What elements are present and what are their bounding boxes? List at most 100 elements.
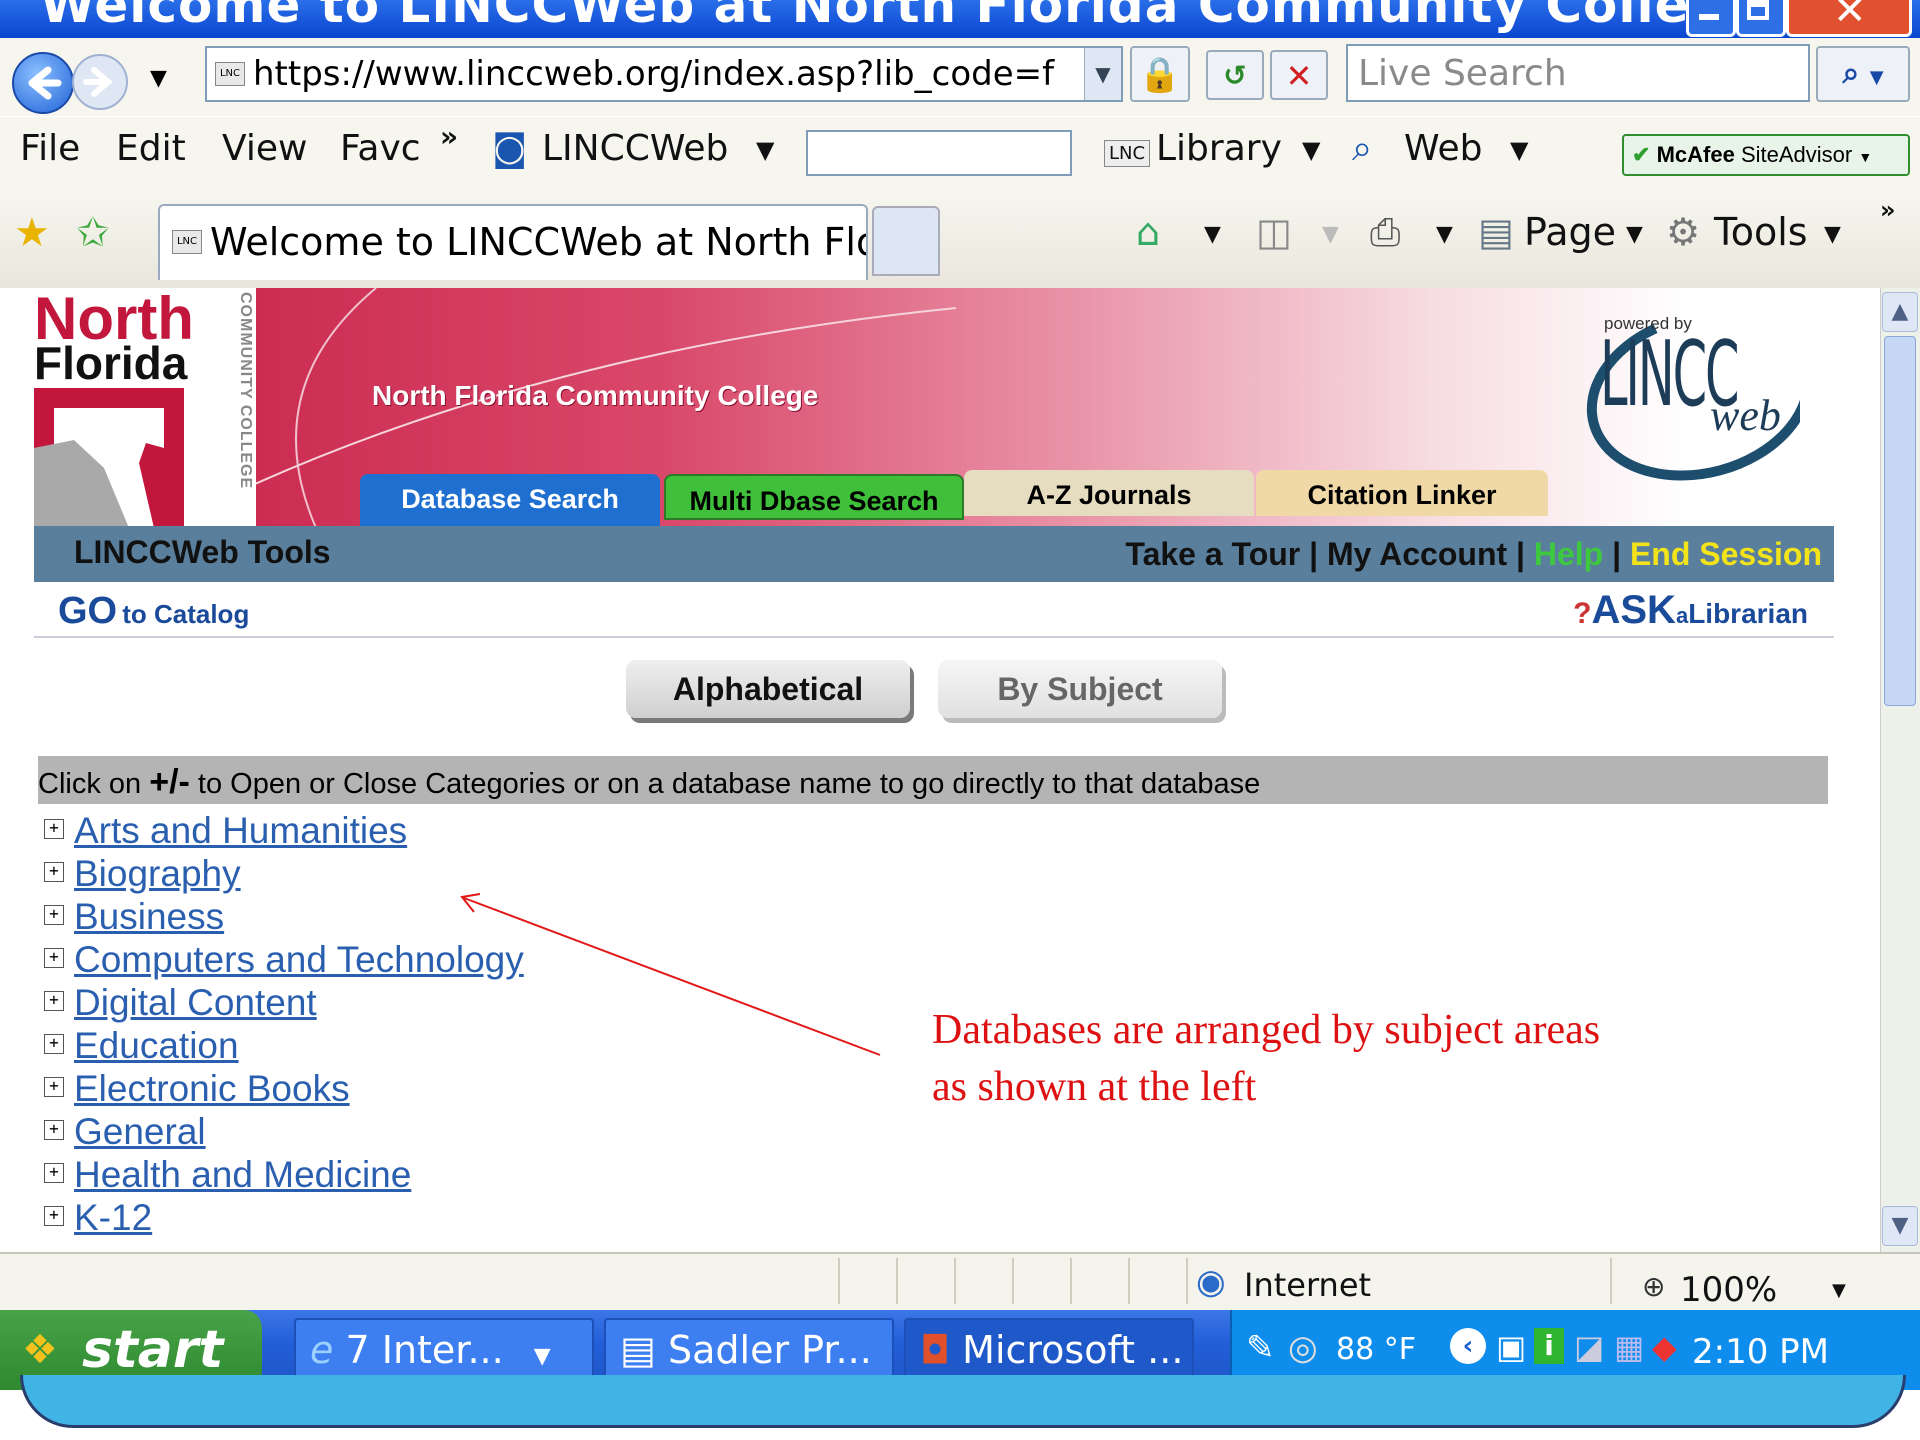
expand-plus-icon[interactable]: +: [44, 1034, 64, 1055]
live-search-input[interactable]: Live Search: [1346, 44, 1810, 102]
linccweb-dropdown-icon[interactable]: ▼: [756, 136, 774, 164]
category-item[interactable]: + Arts and Humanities: [44, 810, 407, 851]
taskbar-item-sadler[interactable]: ▤ Sadler Pr...: [604, 1318, 894, 1382]
favorites-star-icon[interactable]: ★: [14, 210, 50, 256]
print-dropdown-icon[interactable]: ▼: [1436, 222, 1453, 247]
menu-file[interactable]: File: [20, 128, 80, 169]
category-item[interactable]: + Digital Content: [44, 982, 317, 1023]
history-dropdown-icon[interactable]: ▼: [150, 66, 167, 91]
toolbar-search-input[interactable]: [806, 130, 1072, 176]
expand-plus-icon[interactable]: +: [44, 1077, 64, 1098]
web-button[interactable]: Web: [1404, 128, 1483, 169]
expand-plus-icon[interactable]: +: [44, 948, 64, 969]
expand-plus-icon[interactable]: +: [44, 862, 64, 883]
ask-a-librarian-link[interactable]: ?ASKaLibrarian: [1573, 588, 1808, 633]
tab-multi-dbase-search[interactable]: Multi Dbase Search: [664, 474, 964, 520]
new-tab-button[interactable]: [872, 206, 940, 276]
scroll-down-arrow-icon[interactable]: ▼: [1882, 1206, 1918, 1246]
category-item[interactable]: + Education: [44, 1025, 239, 1066]
lock-icon[interactable]: 🔒: [1130, 46, 1190, 102]
category-link[interactable]: General: [74, 1111, 206, 1152]
web-dropdown-icon[interactable]: ▼: [1510, 136, 1528, 164]
tray-mcafee-icon[interactable]: ◆: [1652, 1328, 1677, 1366]
menu-overflow-chevron-icon[interactable]: »: [440, 120, 458, 153]
weather-icon[interactable]: ◎: [1288, 1328, 1318, 1368]
expand-plus-icon[interactable]: +: [44, 1120, 64, 1141]
tab-database-search[interactable]: Database Search: [360, 474, 660, 526]
menu-edit[interactable]: Edit: [116, 128, 186, 169]
category-link[interactable]: Digital Content: [74, 982, 317, 1023]
expand-plus-icon[interactable]: +: [44, 1206, 64, 1227]
pen-icon[interactable]: ✎: [1246, 1328, 1275, 1368]
home-icon[interactable]: ⌂: [1136, 210, 1160, 254]
expand-plus-icon[interactable]: +: [44, 819, 64, 840]
tab-citation-linker[interactable]: Citation Linker: [1256, 470, 1548, 516]
expand-plus-icon[interactable]: +: [44, 1163, 64, 1184]
maximize-button[interactable]: [1736, 0, 1786, 37]
menu-favorites[interactable]: Favc: [340, 128, 421, 169]
address-bar[interactable]: LNC https://www.linccweb.org/index.asp?l…: [205, 46, 1123, 102]
expand-plus-icon[interactable]: +: [44, 905, 64, 926]
browser-tab-active[interactable]: LNC Welcome to LINCCWeb at North Flo...: [158, 204, 868, 280]
tray-info-icon[interactable]: i: [1534, 1328, 1564, 1364]
add-favorites-icon[interactable]: ✩: [76, 210, 110, 256]
take-a-tour-link[interactable]: Take a Tour: [1125, 536, 1300, 572]
category-item[interactable]: + Health and Medicine: [44, 1154, 411, 1195]
category-link[interactable]: Business: [74, 896, 224, 937]
tools-dropdown-icon[interactable]: ▼: [1824, 222, 1841, 247]
home-dropdown-icon[interactable]: ▼: [1204, 222, 1221, 247]
clock[interactable]: 2:10 PM: [1692, 1332, 1829, 1372]
category-item[interactable]: + K-12: [44, 1197, 152, 1238]
menu-view[interactable]: View: [222, 128, 307, 169]
alphabetical-button[interactable]: Alphabetical: [626, 660, 910, 718]
category-link[interactable]: Health and Medicine: [74, 1154, 411, 1195]
forward-button[interactable]: [72, 54, 128, 110]
back-button[interactable]: [12, 52, 74, 114]
page-menu-button[interactable]: Page: [1524, 210, 1616, 254]
tray-app-icon[interactable]: ◪: [1574, 1328, 1604, 1366]
category-link[interactable]: Education: [74, 1025, 239, 1066]
search-go-button[interactable]: ⌕ ▼: [1816, 46, 1910, 102]
taskbar-item-internet-explorer[interactable]: e 7 Inter... ▼: [294, 1318, 594, 1382]
go-to-catalog-link[interactable]: GO to Catalog: [58, 590, 249, 633]
category-item[interactable]: + General: [44, 1111, 206, 1152]
mcafee-siteadvisor-button[interactable]: ✔ McAfee SiteAdvisor ▼: [1622, 134, 1910, 176]
scroll-up-arrow-icon[interactable]: ▲: [1882, 292, 1918, 332]
category-item[interactable]: + Electronic Books: [44, 1068, 350, 1109]
tools-menu-button[interactable]: Tools: [1714, 210, 1808, 254]
linccweb-toolbar-label[interactable]: LINCCWeb: [542, 128, 728, 169]
tray-collapse-icon[interactable]: ‹: [1450, 1328, 1486, 1364]
category-item[interactable]: + Business: [44, 896, 224, 937]
taskbar-item-microsoft[interactable]: ◘ Microsoft ...: [904, 1318, 1194, 1382]
close-window-button[interactable]: ✕: [1786, 0, 1912, 37]
page-dropdown-icon[interactable]: ▼: [1626, 222, 1643, 247]
library-dropdown-icon[interactable]: ▼: [1302, 136, 1320, 164]
group-dropdown-icon: ▼: [533, 1344, 551, 1369]
category-link[interactable]: K-12: [74, 1197, 152, 1238]
feeds-dropdown-icon[interactable]: ▼: [1322, 222, 1339, 247]
address-dropdown-icon[interactable]: ▼: [1084, 48, 1121, 100]
tray-computer-icon[interactable]: ▦: [1614, 1328, 1644, 1366]
refresh-icon[interactable]: ↺: [1206, 50, 1264, 100]
toolbar-overflow-chevron-icon[interactable]: »: [1880, 196, 1896, 224]
feeds-icon[interactable]: ◫: [1256, 210, 1292, 254]
expand-plus-icon[interactable]: +: [44, 991, 64, 1012]
end-session-link[interactable]: End Session: [1630, 536, 1822, 572]
stop-icon[interactable]: ✕: [1270, 50, 1328, 100]
tray-network-icon[interactable]: ▣: [1496, 1328, 1526, 1366]
category-item[interactable]: + Biography: [44, 853, 241, 894]
zoom-icon[interactable]: ⊕: [1642, 1270, 1665, 1303]
tab-a-z-journals[interactable]: A-Z Journals: [964, 470, 1254, 516]
zoom-dropdown-icon[interactable]: ▼: [1832, 1280, 1846, 1301]
print-icon[interactable]: ⎙: [1370, 210, 1400, 255]
scroll-thumb[interactable]: [1884, 336, 1916, 706]
by-subject-button[interactable]: By Subject: [938, 660, 1222, 718]
category-link[interactable]: Electronic Books: [74, 1068, 350, 1109]
category-link[interactable]: Biography: [74, 853, 241, 894]
library-button[interactable]: Library: [1156, 128, 1282, 169]
category-link[interactable]: Arts and Humanities: [74, 810, 407, 851]
minimize-button[interactable]: [1686, 0, 1736, 37]
help-link[interactable]: Help: [1534, 536, 1603, 572]
zoom-level[interactable]: 100%: [1680, 1270, 1777, 1310]
my-account-link[interactable]: My Account: [1327, 536, 1507, 572]
